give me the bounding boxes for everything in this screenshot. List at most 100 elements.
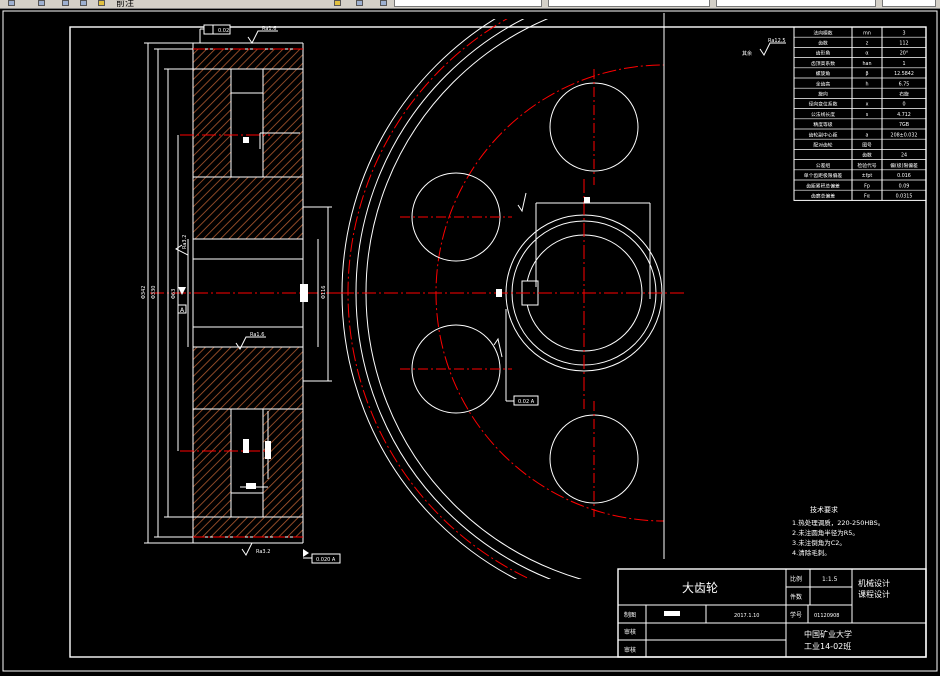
param-cell-r14-c2: 0.016 (897, 173, 911, 179)
param-cell-r12-c2: 24 (901, 153, 907, 159)
course-line-1: 机械设计 (858, 578, 890, 588)
param-cell-r9-c2: 7GB (899, 122, 909, 128)
layer-dropdown-2[interactable] (548, 0, 710, 7)
course-line-2: 课程设计 (858, 589, 890, 599)
hatch-rim-bottom (192, 516, 304, 538)
param-cell-r3-c1: han (862, 61, 871, 67)
tolerance-frame-top-text: 0.02 (218, 28, 229, 34)
toolbar-icon-7[interactable] (356, 0, 363, 6)
param-cell-r8-c0: 公法线长度 (811, 111, 835, 118)
param-cell-r2-c2: 20° (900, 51, 909, 57)
layer-dropdown-4[interactable] (882, 0, 936, 7)
hatch-rim-top (192, 48, 304, 70)
part-name: 大齿轮 (682, 581, 718, 595)
param-cell-r7-c0: 径向变位系数 (809, 101, 838, 108)
param-cell-r6-c2: 右旋 (899, 91, 909, 98)
remainder-ra: Ra12.5 (768, 38, 786, 44)
param-cell-r3-c0: 齿顶高系数 (811, 60, 835, 67)
keyway-slot (300, 284, 308, 302)
student-no-label: 学号 (790, 611, 802, 619)
tech-req-line-1: 1.热处理调质，220-250HBS。 (792, 518, 884, 527)
roughness-bore-label: Ra3.2 (182, 235, 188, 249)
hatch-hub-bottom (192, 346, 304, 410)
param-cell-r8-c1: s (866, 113, 869, 118)
param-cell-r8-c2: 4.712 (897, 112, 911, 118)
param-cell-r13-c2: 偏(极)限偏差 (890, 162, 918, 169)
approve-label: 审核 (624, 646, 636, 654)
toolbar-icon-8[interactable] (380, 0, 387, 6)
tech-req-line-4: 4.清除毛刺。 (792, 548, 831, 557)
tech-req-line-3: 3.未注倒角为C2。 (792, 538, 846, 547)
toolbar-icon-5[interactable] (98, 0, 105, 6)
tech-req-line-2: 2.未注圆角半径为R5。 (792, 528, 859, 537)
toolbar-icon-1[interactable] (8, 0, 15, 6)
count-label: 件数 (790, 593, 802, 601)
layer-dropdown-3[interactable] (716, 0, 876, 7)
param-cell-r16-c2: 0.0315 (896, 194, 913, 200)
scale-value: 1:1.5 (822, 576, 838, 583)
param-cell-r5-c0: 全齿高 (816, 80, 831, 87)
param-cell-r13-c0: 公差组 (816, 162, 831, 169)
hatch-hub-top (192, 176, 304, 240)
param-cell-r14-c1: ±fpt (862, 173, 873, 179)
param-cell-r10-c0: 齿轮副中心距 (809, 131, 838, 138)
param-cell-r4-c1: β (865, 71, 868, 77)
tech-req-title: 技术要求 (810, 505, 838, 514)
section-view: 0.02 Ra1.6 Ra1.6 Ra3.2 Ra3.2 A 0.020 A Φ… (141, 24, 341, 564)
tolerance-frame-bottom-text: 0.020 A (316, 557, 336, 563)
check-label: 审核 (624, 628, 636, 636)
param-cell-r0-c0: 法向模数 (813, 29, 832, 36)
param-cell-r7-c1: x (866, 103, 869, 108)
student-no: 01120908 (814, 613, 839, 619)
roughness-top-label: Ra1.6 (262, 26, 276, 32)
param-cell-r2-c0: 齿形角 (816, 50, 831, 57)
param-cell-r6-c0: 旋向 (818, 91, 828, 98)
drawn-name-redacted (664, 611, 680, 616)
school-name: 中国矿业大学 (804, 629, 852, 639)
param-cell-r1-c0: 齿数 (818, 40, 828, 47)
toolbar-icon-6[interactable] (334, 0, 341, 6)
param-cell-r0-c1: mn (863, 31, 871, 36)
drawn-date: 2017.1.10 (734, 613, 759, 619)
dim-root-text: Φ330 (151, 286, 157, 299)
class-name: 工业14-02班 (804, 641, 851, 651)
drawn-label: 制图 (624, 611, 636, 619)
param-cell-r12-c1: 齿数 (862, 152, 872, 159)
remainder-label: 其余 (742, 50, 752, 57)
params-table: 法向模数 mn 3 齿数 z 112 齿形角 α 20° 齿顶高系数 han 1 螺旋角 β 12.5842… (793, 26, 927, 201)
param-cell-r1-c1: z (866, 42, 869, 47)
toolbar-icon-2[interactable] (38, 0, 45, 6)
param-cell-r15-c2: 0.09 (899, 183, 910, 189)
hatch-web-bot-right (262, 408, 304, 518)
param-cell-r3-c2: 1 (902, 61, 905, 67)
param-cell-r11-c0: 配对齿轮 (813, 142, 832, 149)
param-cell-r7-c2: 0 (902, 102, 905, 108)
param-cell-r9-c0: 精度等级 (813, 121, 832, 128)
param-cell-r10-c1: a (866, 133, 869, 138)
runout-frame-text: 0.02 A (518, 399, 535, 405)
layer-dropdown-1[interactable] (394, 0, 542, 7)
roughness-hub-label: Ra1.6 (250, 332, 264, 338)
param-cell-r1-c2: 112 (899, 41, 908, 47)
param-cell-r0-c2: 3 (902, 30, 905, 36)
dim-hub-text: Φ116 (321, 286, 327, 299)
param-cell-r14-c0: 单个齿距极限偏差 (804, 172, 843, 179)
sheet-border-outer (2, 10, 938, 672)
param-cell-r11-c1: 图号 (862, 143, 872, 149)
toolbar-icon-3[interactable] (62, 0, 69, 6)
cad-drawing-area[interactable]: 0.02 Ra1.6 Ra1.6 Ra3.2 Ra3.2 A 0.020 A Φ… (0, 9, 940, 672)
param-cell-r15-c0: 齿距累积总偏差 (806, 182, 840, 189)
hatch-web-bot-left (192, 408, 232, 518)
toolbar: 前注 (0, 0, 940, 9)
title-block: 大齿轮 比例 1:1.5 件数 机械设计 课程设计 制图 2017.1.10 学… (617, 568, 927, 658)
param-cell-r5-c2: 6.75 (899, 81, 910, 87)
toolbar-menu-text[interactable]: 前注 (116, 0, 134, 8)
param-cell-r16-c0: 齿廓总偏差 (811, 193, 835, 200)
toolbar-icon-4[interactable] (80, 0, 87, 6)
param-cell-r4-c2: 12.5842 (894, 71, 914, 77)
param-cell-r2-c1: α (865, 52, 868, 57)
param-cell-r10-c2: 208±0.032 (891, 132, 918, 138)
rim-inner-circle (365, 19, 583, 579)
param-cell-r13-c1: 检验代号 (857, 162, 876, 169)
hatch-web-top-left (192, 68, 232, 178)
